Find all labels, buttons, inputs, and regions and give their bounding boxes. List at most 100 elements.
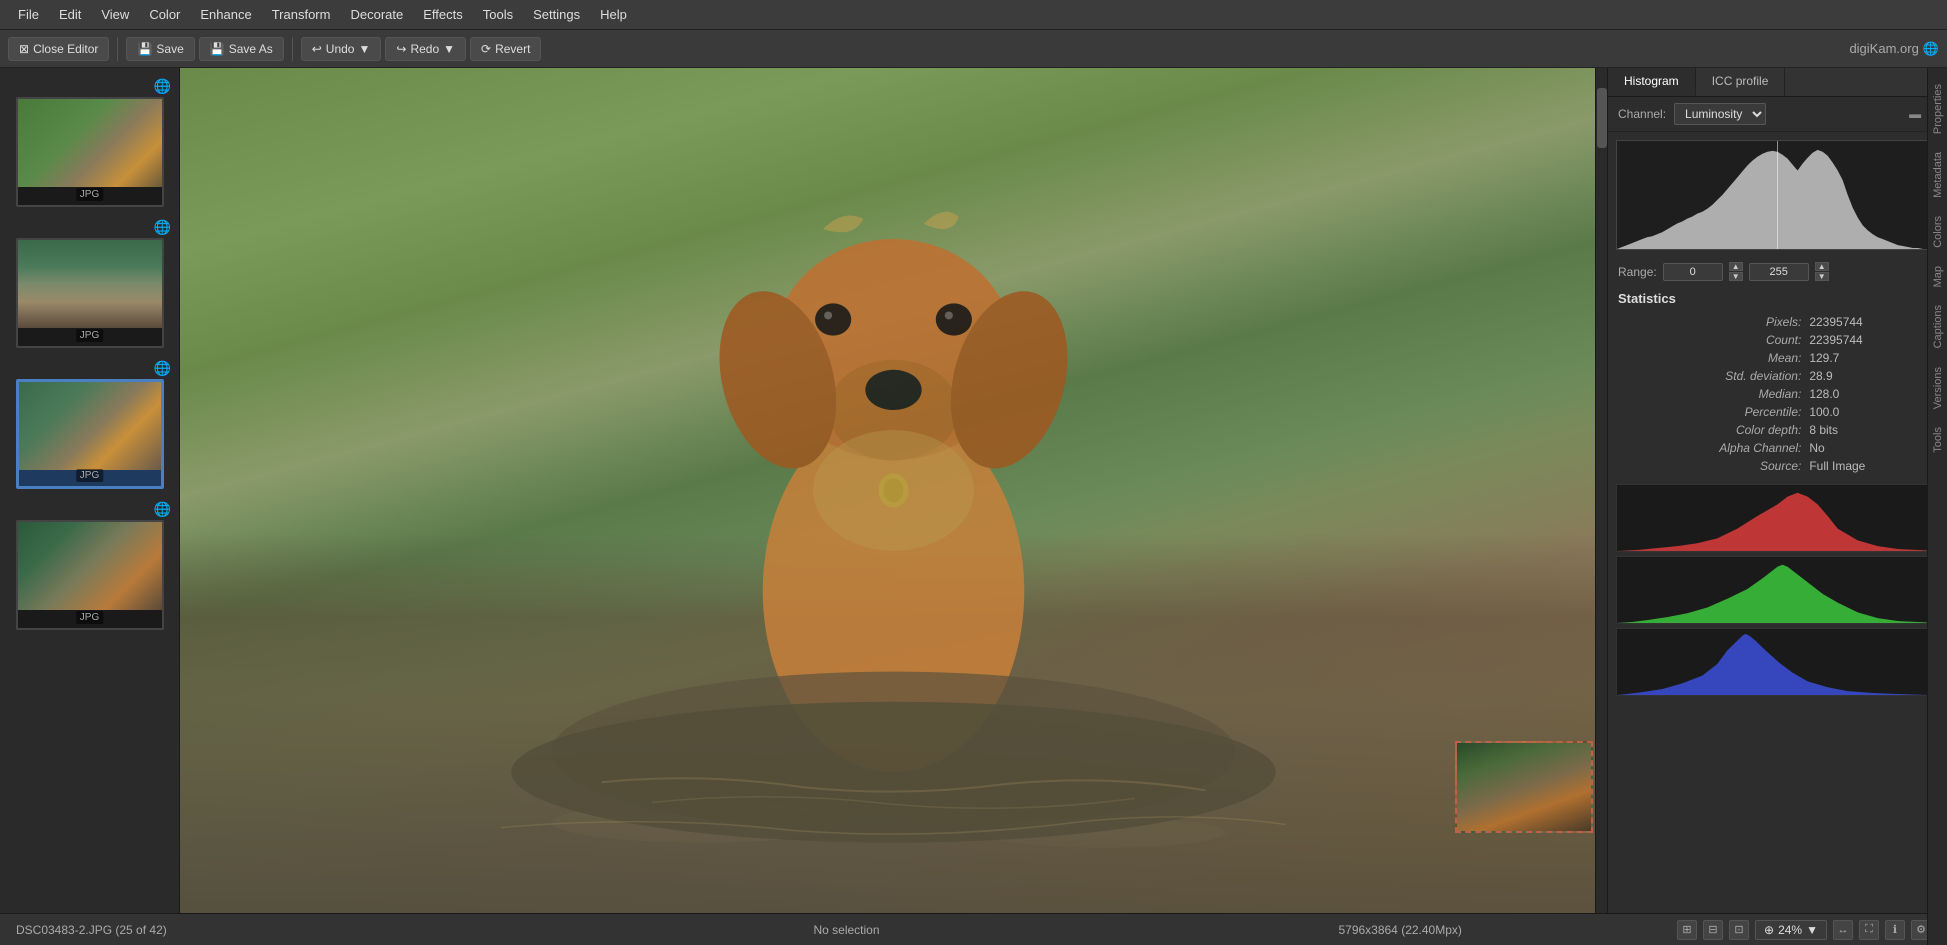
status-fit-btn[interactable]: ↔ bbox=[1833, 920, 1853, 940]
filmstrip-thumb-2[interactable]: JPG bbox=[16, 238, 164, 348]
menu-color[interactable]: Color bbox=[139, 3, 190, 26]
stat-row-median: Median: 128.0 bbox=[1620, 386, 1935, 402]
redo-dropdown-icon[interactable]: ▼ bbox=[443, 42, 455, 56]
histogram-red-svg bbox=[1617, 485, 1938, 551]
vtab-map[interactable]: Map bbox=[1930, 258, 1946, 295]
status-filename: DSC03483-2.JPG (25 of 42) bbox=[16, 923, 570, 937]
stat-value-source: Full Image bbox=[1807, 458, 1935, 474]
statistics-section: Statistics Pixels: 22395744 Count: 22395… bbox=[1608, 285, 1947, 482]
range-row: Range: ▲ ▼ ▲ ▼ bbox=[1608, 258, 1947, 285]
stat-value-percentile: 100.0 bbox=[1807, 404, 1935, 420]
menu-edit[interactable]: Edit bbox=[49, 3, 91, 26]
menu-view[interactable]: View bbox=[91, 3, 139, 26]
stat-row-source: Source: Full Image bbox=[1620, 458, 1935, 474]
save-button[interactable]: 💾 Save bbox=[126, 37, 194, 61]
statistics-title: Statistics bbox=[1618, 291, 1937, 306]
range-label: Range: bbox=[1618, 265, 1657, 279]
stat-label-pixels: Pixels: bbox=[1620, 314, 1805, 330]
thumb-image-3 bbox=[19, 382, 161, 470]
channel-select[interactable]: Luminosity Red Green Blue Alpha bbox=[1674, 103, 1766, 125]
stat-label-colordepth: Color depth: bbox=[1620, 422, 1805, 438]
histogram-green-svg bbox=[1617, 557, 1938, 623]
status-dimensions: 5796x3864 (22.40Mpx) bbox=[1123, 923, 1677, 937]
stat-row-percentile: Percentile: 100.0 bbox=[1620, 404, 1935, 420]
filmstrip-thumb-1[interactable]: JPG bbox=[16, 97, 164, 207]
range-min-up[interactable]: ▲ bbox=[1729, 262, 1743, 271]
tab-histogram[interactable]: Histogram bbox=[1608, 68, 1696, 96]
toolbar: ⊠ Close Editor 💾 Save 💾 Save As ↩ Undo ▼… bbox=[0, 30, 1947, 68]
menu-effects[interactable]: Effects bbox=[413, 3, 473, 26]
statistics-table: Pixels: 22395744 Count: 22395744 Mean: 1… bbox=[1618, 312, 1937, 476]
thumb-image-4 bbox=[18, 522, 162, 610]
stat-label-mean: Mean: bbox=[1620, 350, 1805, 366]
status-info-btn[interactable]: ℹ bbox=[1885, 920, 1905, 940]
filmstrip-label-4: JPG bbox=[76, 611, 103, 624]
menu-transform[interactable]: Transform bbox=[262, 3, 341, 26]
toolbar-separator-2 bbox=[292, 37, 293, 61]
menu-settings[interactable]: Settings bbox=[523, 3, 590, 26]
dog-svg bbox=[180, 68, 1607, 913]
revert-button[interactable]: ⟳ Revert bbox=[470, 37, 541, 61]
film-group-2: 🌐 JPG bbox=[0, 213, 179, 354]
status-btn-3[interactable]: ⊡ bbox=[1729, 920, 1749, 940]
vtab-metadata[interactable]: Metadata bbox=[1930, 144, 1946, 206]
image-scrollbar-thumb[interactable] bbox=[1597, 88, 1607, 148]
histogram-blue-svg bbox=[1617, 629, 1938, 695]
menu-file[interactable]: File bbox=[8, 3, 49, 26]
undo-dropdown-icon[interactable]: ▼ bbox=[358, 42, 370, 56]
status-fullscreen-btn[interactable]: ⛶ bbox=[1859, 920, 1879, 940]
film-group-3: 🌐 JPG bbox=[0, 354, 179, 495]
filmstrip-thumb-4[interactable]: JPG bbox=[16, 520, 164, 630]
stat-value-count: 22395744 bbox=[1807, 332, 1935, 348]
save-as-icon: 💾 bbox=[210, 42, 225, 56]
histogram-linear-icon[interactable]: ▬ bbox=[1909, 107, 1921, 121]
channel-row: Channel: Luminosity Red Green Blue Alpha… bbox=[1608, 97, 1947, 132]
undo-button[interactable]: ↩ Undo ▼ bbox=[301, 37, 382, 61]
image-scrollbar[interactable] bbox=[1595, 68, 1607, 913]
range-max-input[interactable] bbox=[1749, 263, 1809, 281]
image-area[interactable] bbox=[180, 68, 1607, 913]
status-btn-1[interactable]: ⊞ bbox=[1677, 920, 1697, 940]
zoom-value: 24% bbox=[1778, 923, 1802, 937]
range-min-down[interactable]: ▼ bbox=[1729, 272, 1743, 281]
menu-enhance[interactable]: Enhance bbox=[190, 3, 261, 26]
menu-decorate[interactable]: Decorate bbox=[340, 3, 413, 26]
channel-label: Channel: bbox=[1618, 107, 1666, 121]
revert-icon: ⟳ bbox=[481, 42, 491, 56]
range-min-input[interactable] bbox=[1663, 263, 1723, 281]
vtab-versions[interactable]: Versions bbox=[1930, 359, 1946, 417]
stat-value-alpha: No bbox=[1807, 440, 1935, 456]
vtab-tools[interactable]: Tools bbox=[1930, 419, 1946, 461]
vtab-properties[interactable]: Properties bbox=[1930, 76, 1946, 142]
filmstrip-label-2: JPG bbox=[76, 329, 103, 342]
thumb-image-2 bbox=[18, 240, 162, 328]
filmstrip-label-1: JPG bbox=[76, 188, 103, 201]
filmstrip-thumb-3[interactable]: JPG bbox=[16, 379, 164, 489]
zoom-dropdown-icon[interactable]: ▼ bbox=[1806, 923, 1818, 937]
filmstrip-globe-icon-3: 🌐 bbox=[154, 360, 171, 377]
vtab-captions[interactable]: Captions bbox=[1930, 297, 1946, 356]
stat-row-stddev: Std. deviation: 28.9 bbox=[1620, 368, 1935, 384]
close-editor-button[interactable]: ⊠ Close Editor bbox=[8, 37, 109, 61]
save-as-button[interactable]: 💾 Save As bbox=[199, 37, 284, 61]
stat-value-stddev: 28.9 bbox=[1807, 368, 1935, 384]
range-max-up[interactable]: ▲ bbox=[1815, 262, 1829, 271]
stat-label-count: Count: bbox=[1620, 332, 1805, 348]
tab-icc-profile[interactable]: ICC profile bbox=[1696, 68, 1786, 96]
stat-value-median: 128.0 bbox=[1807, 386, 1935, 402]
menu-tools[interactable]: Tools bbox=[473, 3, 523, 26]
status-btn-2[interactable]: ⊟ bbox=[1703, 920, 1723, 940]
filmstrip: 🌐 JPG 🌐 JPG 🌐 bbox=[0, 68, 180, 913]
range-max-down[interactable]: ▼ bbox=[1815, 272, 1829, 281]
vtab-colors[interactable]: Colors bbox=[1930, 208, 1946, 256]
right-panel: Histogram ICC profile Channel: Luminosit… bbox=[1607, 68, 1947, 913]
stat-row-colordepth: Color depth: 8 bits bbox=[1620, 422, 1935, 438]
menu-help[interactable]: Help bbox=[590, 3, 637, 26]
mini-navigation-thumb[interactable] bbox=[1455, 741, 1593, 833]
histogram-red bbox=[1616, 484, 1939, 552]
globe-icon: 🌐 bbox=[1923, 41, 1939, 57]
stat-row-alpha: Alpha Channel: No bbox=[1620, 440, 1935, 456]
panel-tabs: Histogram ICC profile bbox=[1608, 68, 1947, 97]
redo-button[interactable]: ↪ Redo ▼ bbox=[385, 37, 466, 61]
stat-label-percentile: Percentile: bbox=[1620, 404, 1805, 420]
